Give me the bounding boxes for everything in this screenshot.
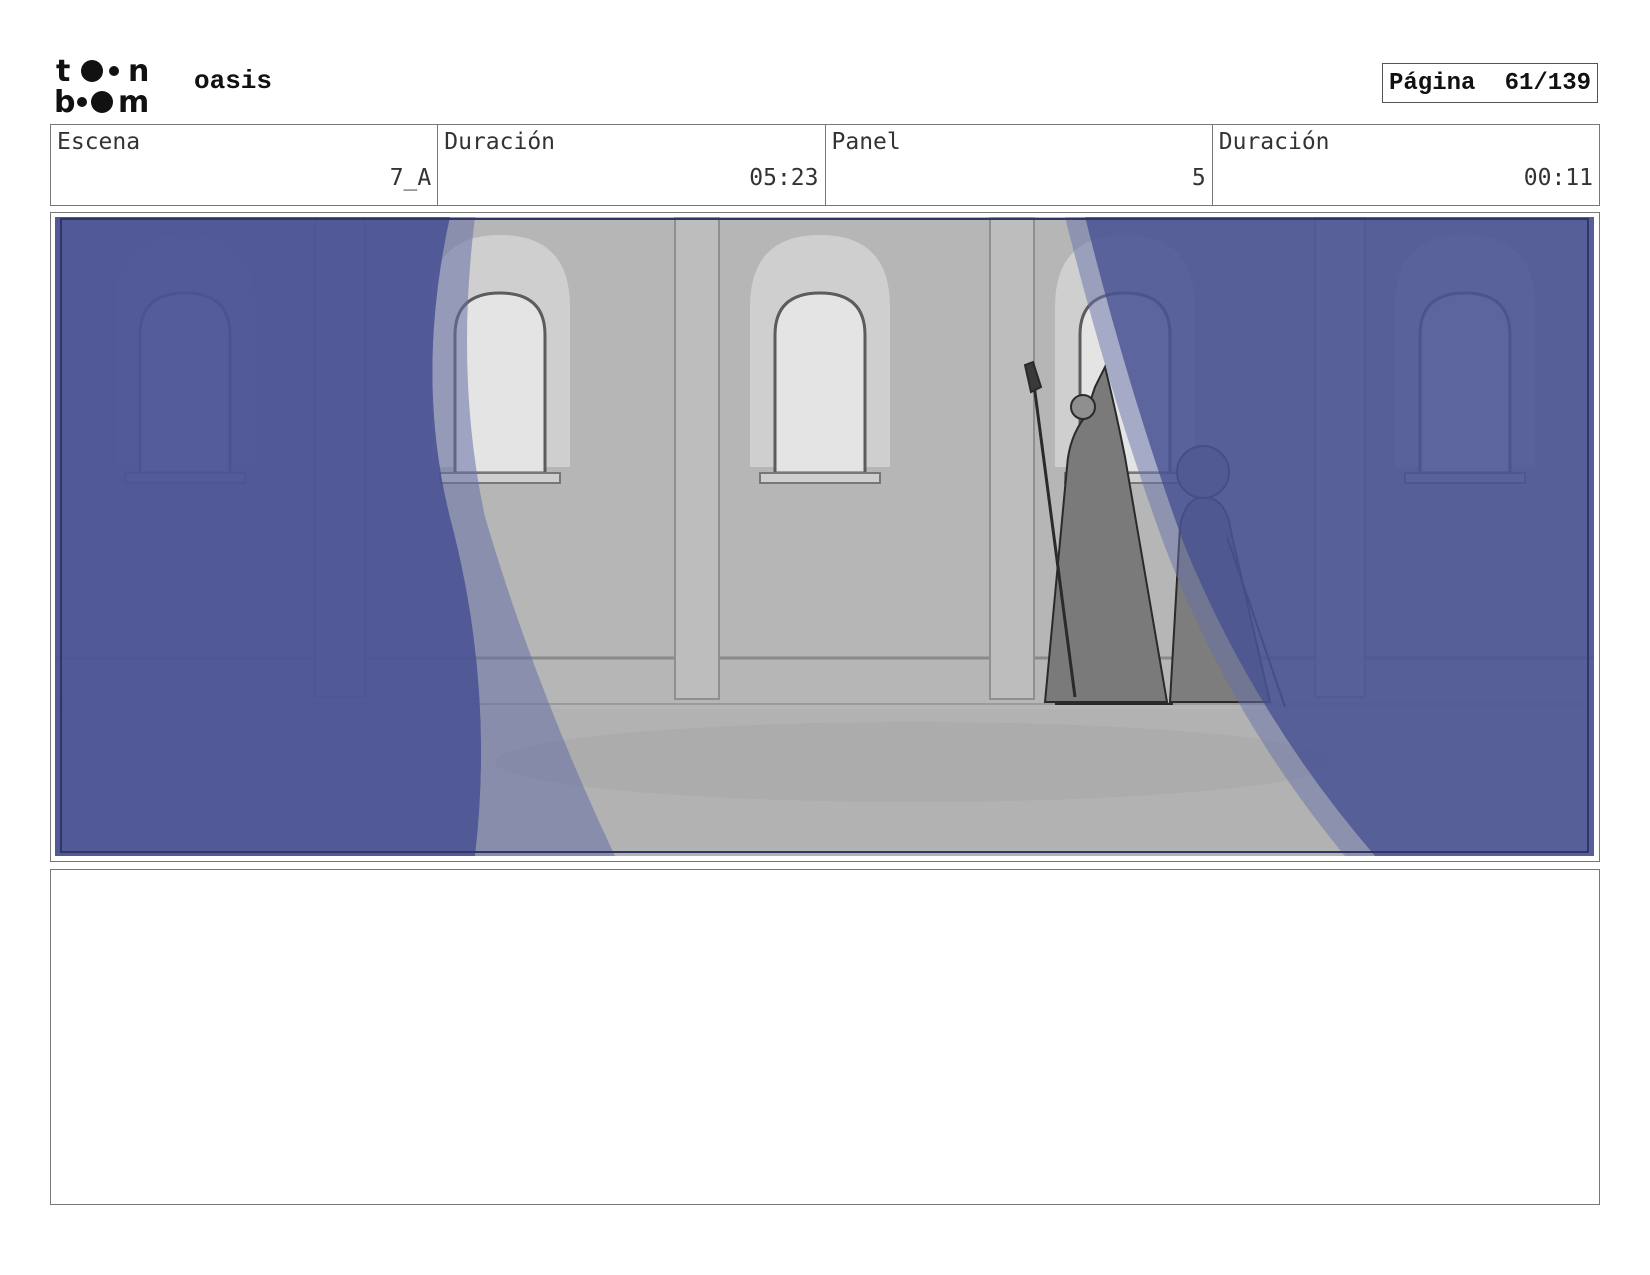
scene-value: 7_A <box>389 165 432 191</box>
page-number: 61/139 <box>1504 69 1591 97</box>
scene-cell: Escena 7_A <box>51 125 439 205</box>
scene-duration-label: Duración <box>444 129 556 155</box>
project-title: oasis <box>194 66 273 96</box>
panel-notes-box <box>50 869 1600 1205</box>
panel-info-row: Escena 7_A Duración 05:23 Panel 5 Duraci… <box>50 124 1600 206</box>
scene-label: Escena <box>57 129 141 155</box>
scene-duration-cell: Duración 05:23 <box>438 125 826 205</box>
toonboom-logo: t n b m <box>54 54 149 116</box>
svg-text:b: b <box>54 85 75 116</box>
scene-duration-value: 05:23 <box>749 165 819 191</box>
storyboard-panel <box>50 212 1600 862</box>
panel-duration-cell: Duración 00:11 <box>1213 125 1599 205</box>
panel-label: Panel <box>831 129 901 155</box>
page-label: Página <box>1389 69 1476 97</box>
svg-text:t: t <box>56 54 70 89</box>
storyboard-sketch <box>55 217 1594 856</box>
svg-text:n: n <box>128 54 149 89</box>
page-indicator: Página 61/139 <box>1382 63 1598 103</box>
panel-value: 5 <box>1191 165 1206 191</box>
svg-text:m: m <box>118 85 149 116</box>
panel-cell: Panel 5 <box>826 125 1213 205</box>
panel-duration-value: 00:11 <box>1523 165 1593 191</box>
panel-duration-label: Duración <box>1218 129 1330 155</box>
